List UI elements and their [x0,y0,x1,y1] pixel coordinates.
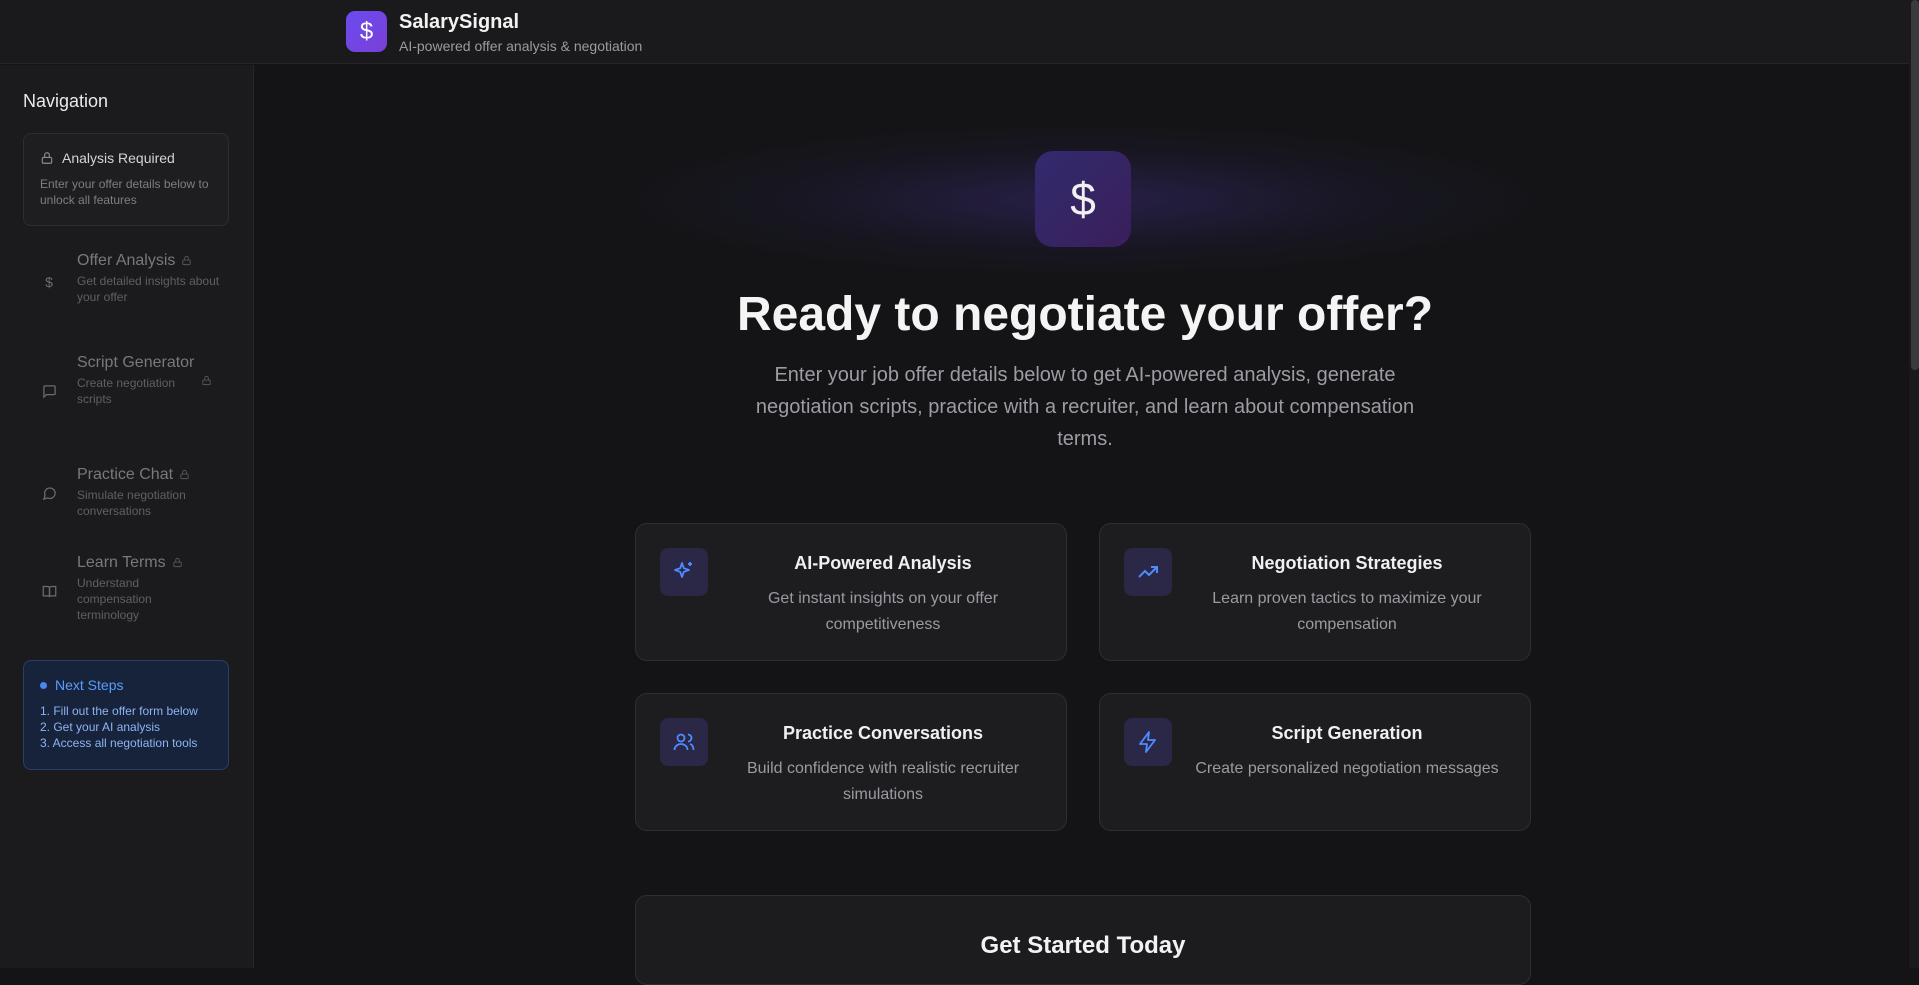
sidebar-item-label: Practice Chat [77,466,174,483]
brand[interactable]: $ SalarySignal AI-powered offer analysis… [346,11,642,54]
feature-desc: Get instant insights on your offer compe… [767,590,999,633]
lock-icon [202,375,211,386]
app-title: SalarySignal [399,11,520,33]
lock-icon [41,152,53,164]
feature-title: AI-Powered Analysis [794,553,972,573]
feature-title: Negotiation Strategies [1251,553,1443,573]
chat-bubble-icon [37,463,61,523]
feature-desc: Create personalized negotiation messages [1195,760,1499,777]
sidebar-item-desc: Create negotiation scripts [77,376,176,406]
lock-icon [180,470,189,480]
dollar-icon: $ [45,274,53,290]
book-icon [37,551,61,631]
sparkles-icon [660,548,708,596]
cta-title: Get Started Today [980,932,1186,959]
feature-title: Script Generation [1271,723,1423,743]
users-icon [660,718,708,766]
analysis-required-box: Analysis Required Enter your offer detai… [23,133,229,226]
hero-title: Ready to negotiate your offer? [736,288,1434,341]
sidebar-item-label: Learn Terms [77,554,166,571]
alert-title: Analysis Required [62,150,175,166]
feature-desc: Learn proven tactics to maximize your co… [1212,590,1482,633]
main-content: $ Ready to negotiate your offer? Enter y… [255,65,1919,985]
feature-desc: Build confidence with realistic recruite… [746,760,1020,803]
feature-card-practice-conversations: Practice Conversations Build confidence … [635,693,1067,831]
feature-card-script-generation: Script Generation Create personalized ne… [1099,693,1531,831]
top-bar: $ SalarySignal AI-powered offer analysis… [0,0,1919,64]
sidebar-item-script-generator[interactable]: Script Generator Create negotiation scri… [23,351,229,431]
next-step-item: 3. Access all negotiation tools [40,736,198,750]
message-square-icon [37,351,61,431]
dollar-icon: $ [346,11,387,52]
sidebar: Navigation Analysis Required Enter your … [0,65,254,968]
lightning-icon [1124,718,1172,766]
sidebar-item-offer-analysis[interactable]: $ Offer Analysis Get detailed insights a… [23,249,229,315]
sidebar-item-desc: Understand compensation terminology [77,576,152,622]
next-step-item: 1. Fill out the offer form below [40,704,198,718]
get-started-section: Get Started Today [635,895,1531,985]
alert-text: Enter your offer details below to unlock… [40,177,209,207]
feature-card-ai-analysis: AI-Powered Analysis Get instant insights… [635,523,1067,661]
lock-icon [182,256,192,266]
sidebar-item-desc: Get detailed insights about your offer [77,274,220,304]
sidebar-title: Navigation [23,91,109,111]
sidebar-item-desc: Simulate negotiation conversations [77,488,186,518]
dollar-icon: $ [1035,151,1131,247]
feature-title: Practice Conversations [782,723,984,743]
next-step-item: 2. Get your AI analysis [40,720,161,734]
trending-up-icon [1124,548,1172,596]
next-steps-title: Next Steps [55,677,124,693]
scrollbar-thumb[interactable] [1911,0,1919,370]
sidebar-item-learn-terms[interactable]: Learn Terms Understand compensation term… [23,551,229,631]
sidebar-item-label: Offer Analysis [77,252,176,269]
bullet-dot-icon [40,681,47,689]
sidebar-item-practice-chat[interactable]: Practice Chat Simulate negotiation conve… [23,463,229,523]
next-steps-box: Next Steps 1. Fill out the offer form be… [23,660,229,770]
sidebar-item-label: Script Generator [77,354,195,371]
hero-subtitle: Enter your job offer details below to ge… [755,364,1415,450]
feature-card-negotiation-strategies: Negotiation Strategies Learn proven tact… [1099,523,1531,661]
app-subtitle: AI-powered offer analysis & negotiation [399,38,643,54]
lock-icon [173,558,182,568]
